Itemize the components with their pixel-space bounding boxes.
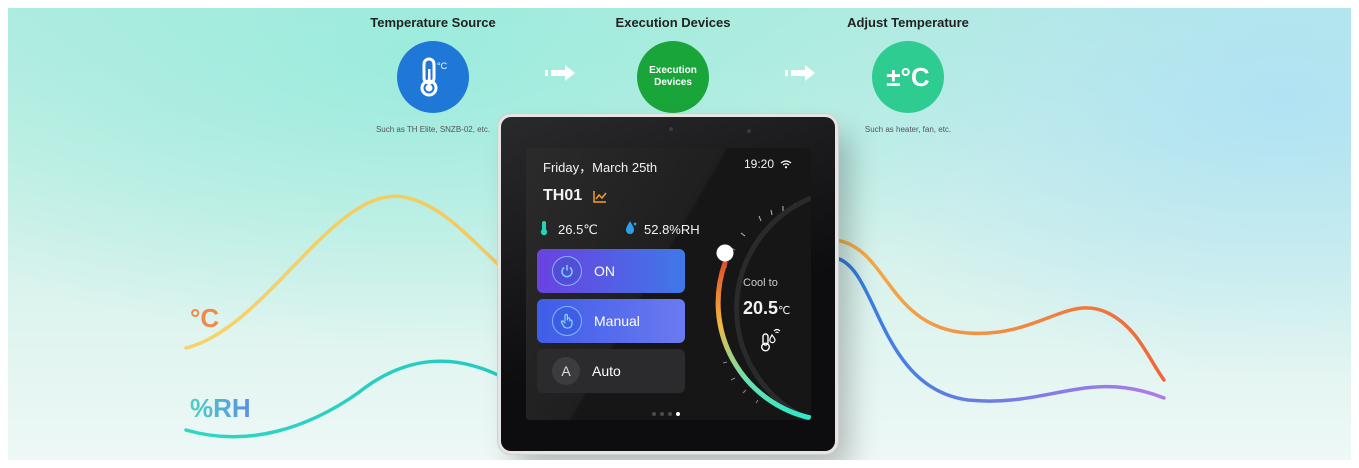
hand-icon (552, 306, 582, 336)
step-title-temperature-source: Temperature Source (370, 15, 496, 30)
time-text: 19:20 (744, 157, 775, 171)
setpoint-value: 20.5 (743, 298, 779, 318)
device-screen: Friday，March 25th 19:20 TH01 26.5℃ 52.8%… (526, 148, 811, 420)
smart-thermostat-panel: Friday，March 25th 19:20 TH01 26.5℃ 52.8%… (501, 117, 835, 451)
auto-icon: A (552, 357, 580, 385)
humidity-label: %RH (190, 393, 251, 423)
camera-dot (669, 127, 673, 131)
svg-text:°C: °C (437, 61, 448, 71)
mode-manual-button[interactable]: Manual (537, 299, 685, 343)
humidity-icon (626, 221, 637, 234)
plus-minus-celsius-icon: ±°C (886, 61, 930, 92)
sensor-name: TH01 (543, 187, 583, 204)
mode-auto-label: Auto (592, 363, 621, 379)
banner: °C %RH Temperature Source °C Such as TH … (8, 8, 1351, 460)
mode-on-label: ON (594, 263, 615, 279)
setpoint-unit: ℃ (778, 305, 791, 317)
temperature-source-badge: °C (397, 41, 469, 113)
adjust-temperature-badge: ±°C (872, 41, 944, 113)
temperature-curve-right (834, 238, 1166, 382)
wifi-icon (780, 160, 792, 169)
dial-setpoint: 20.5℃ (743, 298, 790, 319)
arrow-right-icon (545, 65, 575, 81)
execution-devices-badge-text: Execution Devices (649, 65, 697, 88)
mode-auto-button[interactable]: A Auto (537, 349, 685, 393)
smart-thermometer-icon (761, 328, 781, 352)
sensor-dot (747, 129, 751, 133)
temperature-reading: 26.5℃ (558, 222, 598, 237)
dial-knob[interactable] (716, 244, 734, 262)
dial-caption: Cool to (743, 277, 778, 289)
date-text: Friday，March 25th (543, 160, 658, 175)
step-title-adjust-temperature: Adjust Temperature (847, 15, 969, 30)
arrow-right-icon (785, 65, 815, 81)
power-icon (552, 256, 582, 286)
thermometer-celsius-icon: °C (420, 57, 448, 97)
execution-devices-badge: Execution Devices (637, 41, 709, 113)
page-dot[interactable] (652, 412, 656, 416)
celsius-label: °C (190, 303, 220, 333)
humidity-reading: 52.8%RH (644, 222, 700, 237)
mode-on-button[interactable]: ON (537, 249, 685, 293)
temperature-curve-left (184, 194, 510, 350)
thermometer-icon (540, 221, 548, 236)
page-dot-active[interactable] (676, 412, 680, 416)
step-title-execution-devices: Execution Devices (615, 15, 731, 30)
page-indicator (652, 412, 680, 416)
page-dot[interactable] (668, 412, 672, 416)
mode-manual-label: Manual (594, 313, 640, 329)
chart-trend-icon[interactable] (593, 190, 607, 203)
page-dot[interactable] (660, 412, 664, 416)
step-subtitle-adjust-temperature: Such as heater, fan, etc. (864, 125, 952, 134)
